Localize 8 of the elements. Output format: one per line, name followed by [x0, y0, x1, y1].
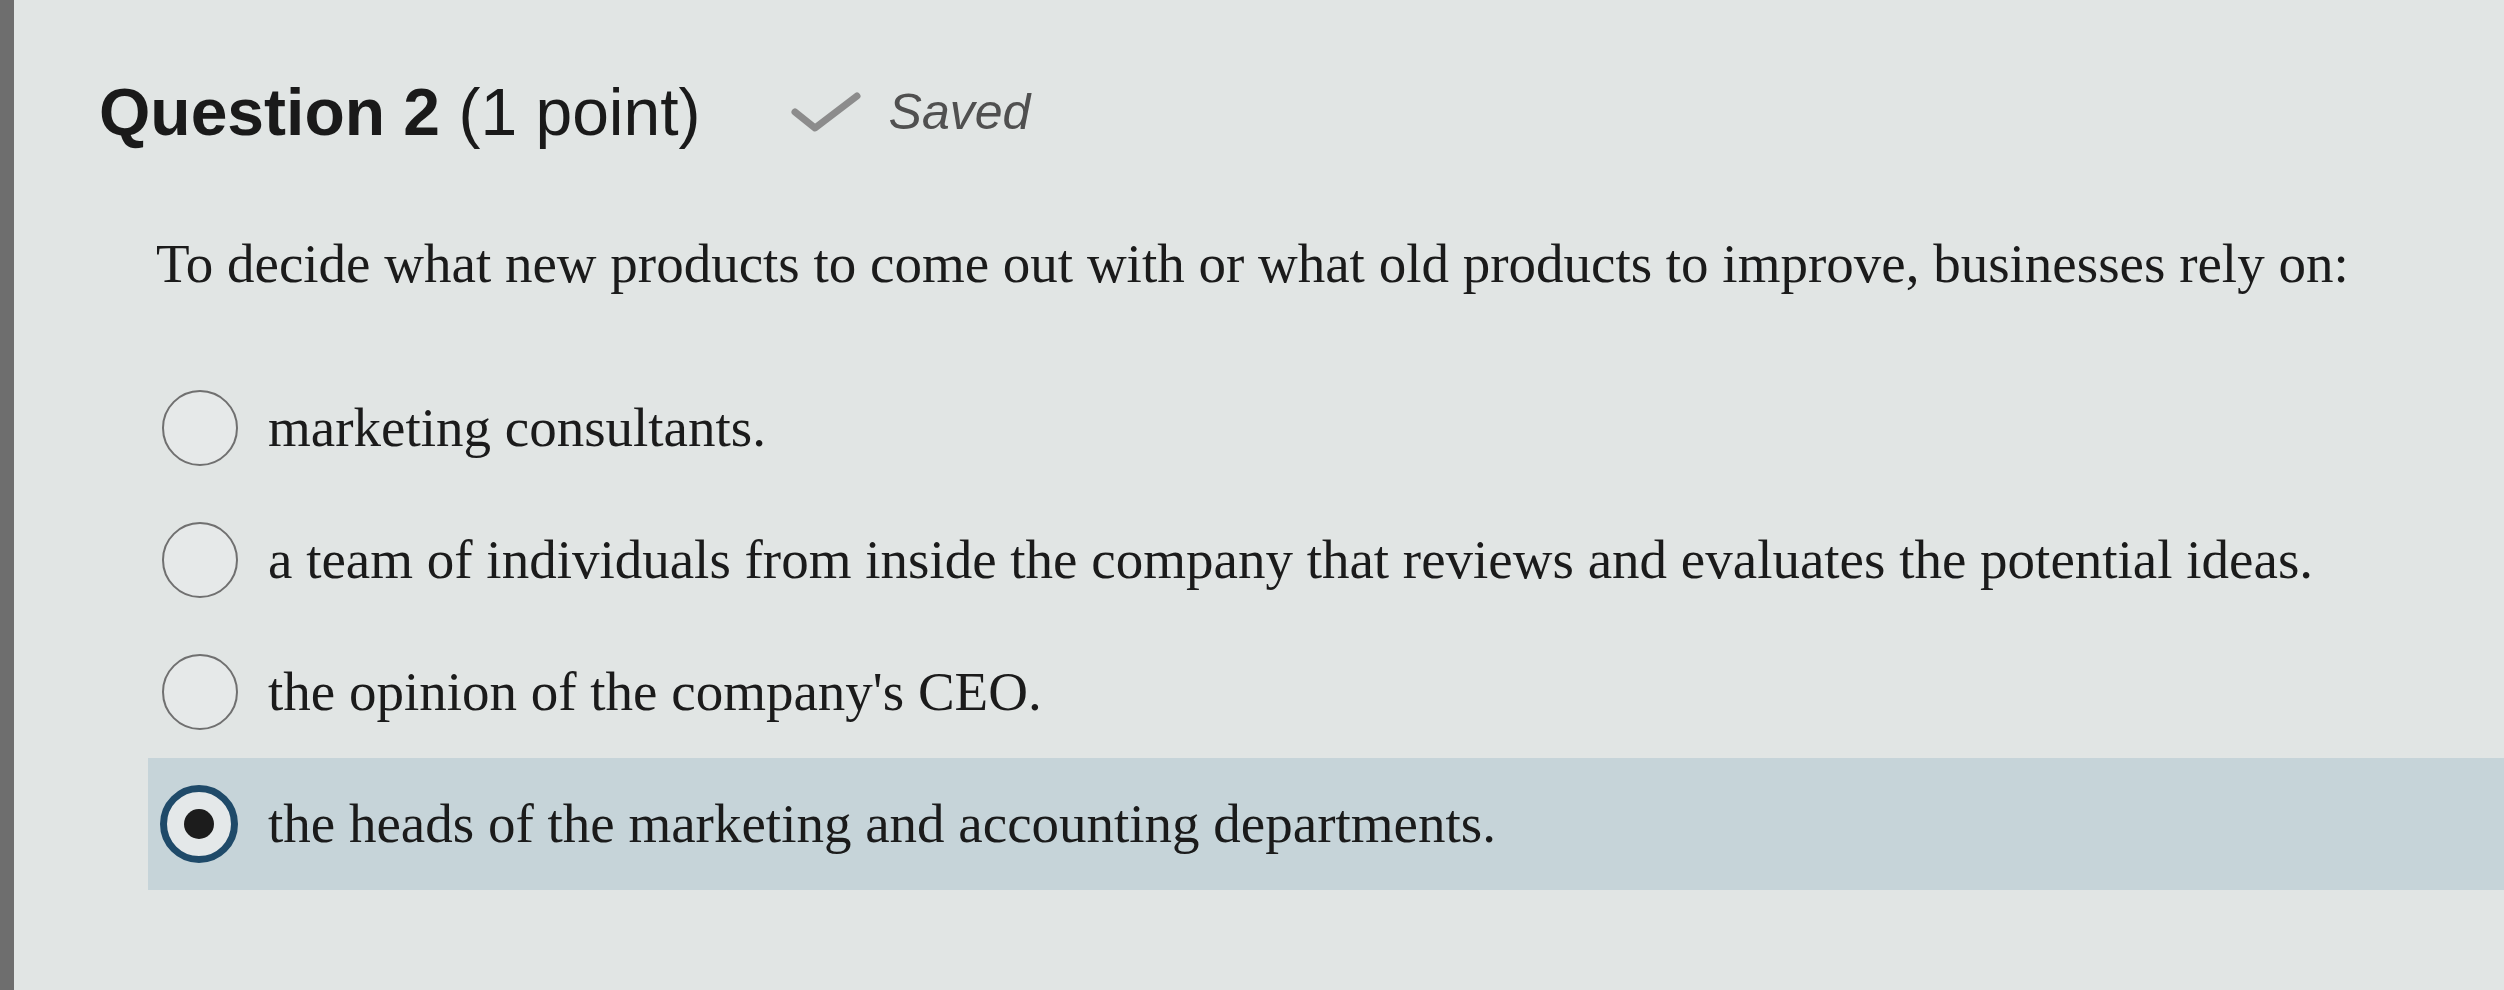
question-title: Question 2 (1 point) [99, 74, 701, 151]
check-icon [790, 92, 861, 132]
option-text: marketing consultants. [268, 396, 766, 460]
option-text: the opinion of the company's CEO. [268, 660, 1042, 724]
saved-status: Saved [888, 83, 1031, 142]
option-text: the heads of the marketing and accounting departments. [268, 792, 1496, 856]
question-prompt: To decide what new products to come out with or what old products to improve, businesses rely on: [156, 232, 2349, 296]
option-text: a team of individuals from inside the company that reviews and evaluates the potential ideas. [268, 528, 2314, 592]
